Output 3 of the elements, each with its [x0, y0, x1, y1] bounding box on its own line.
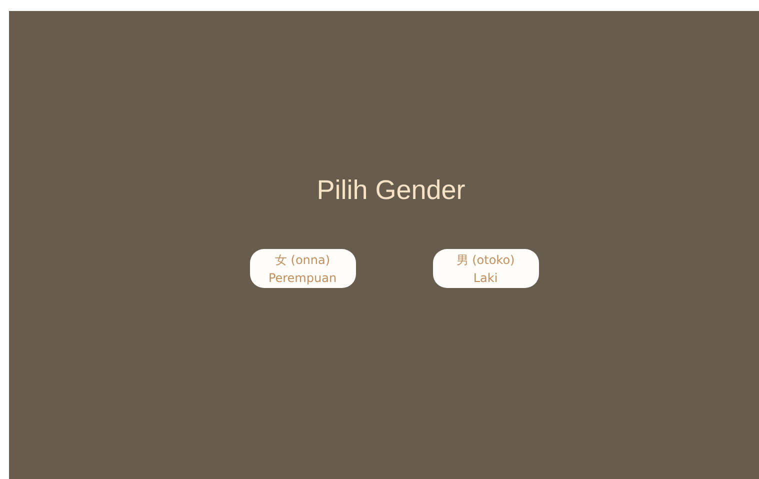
gender-button[interactable]: 女 (onna) Perempuan [250, 249, 356, 288]
gender-button[interactable]: 男 (otoko) Laki [432, 249, 538, 288]
page-title: Pilih Gender [316, 174, 466, 206]
